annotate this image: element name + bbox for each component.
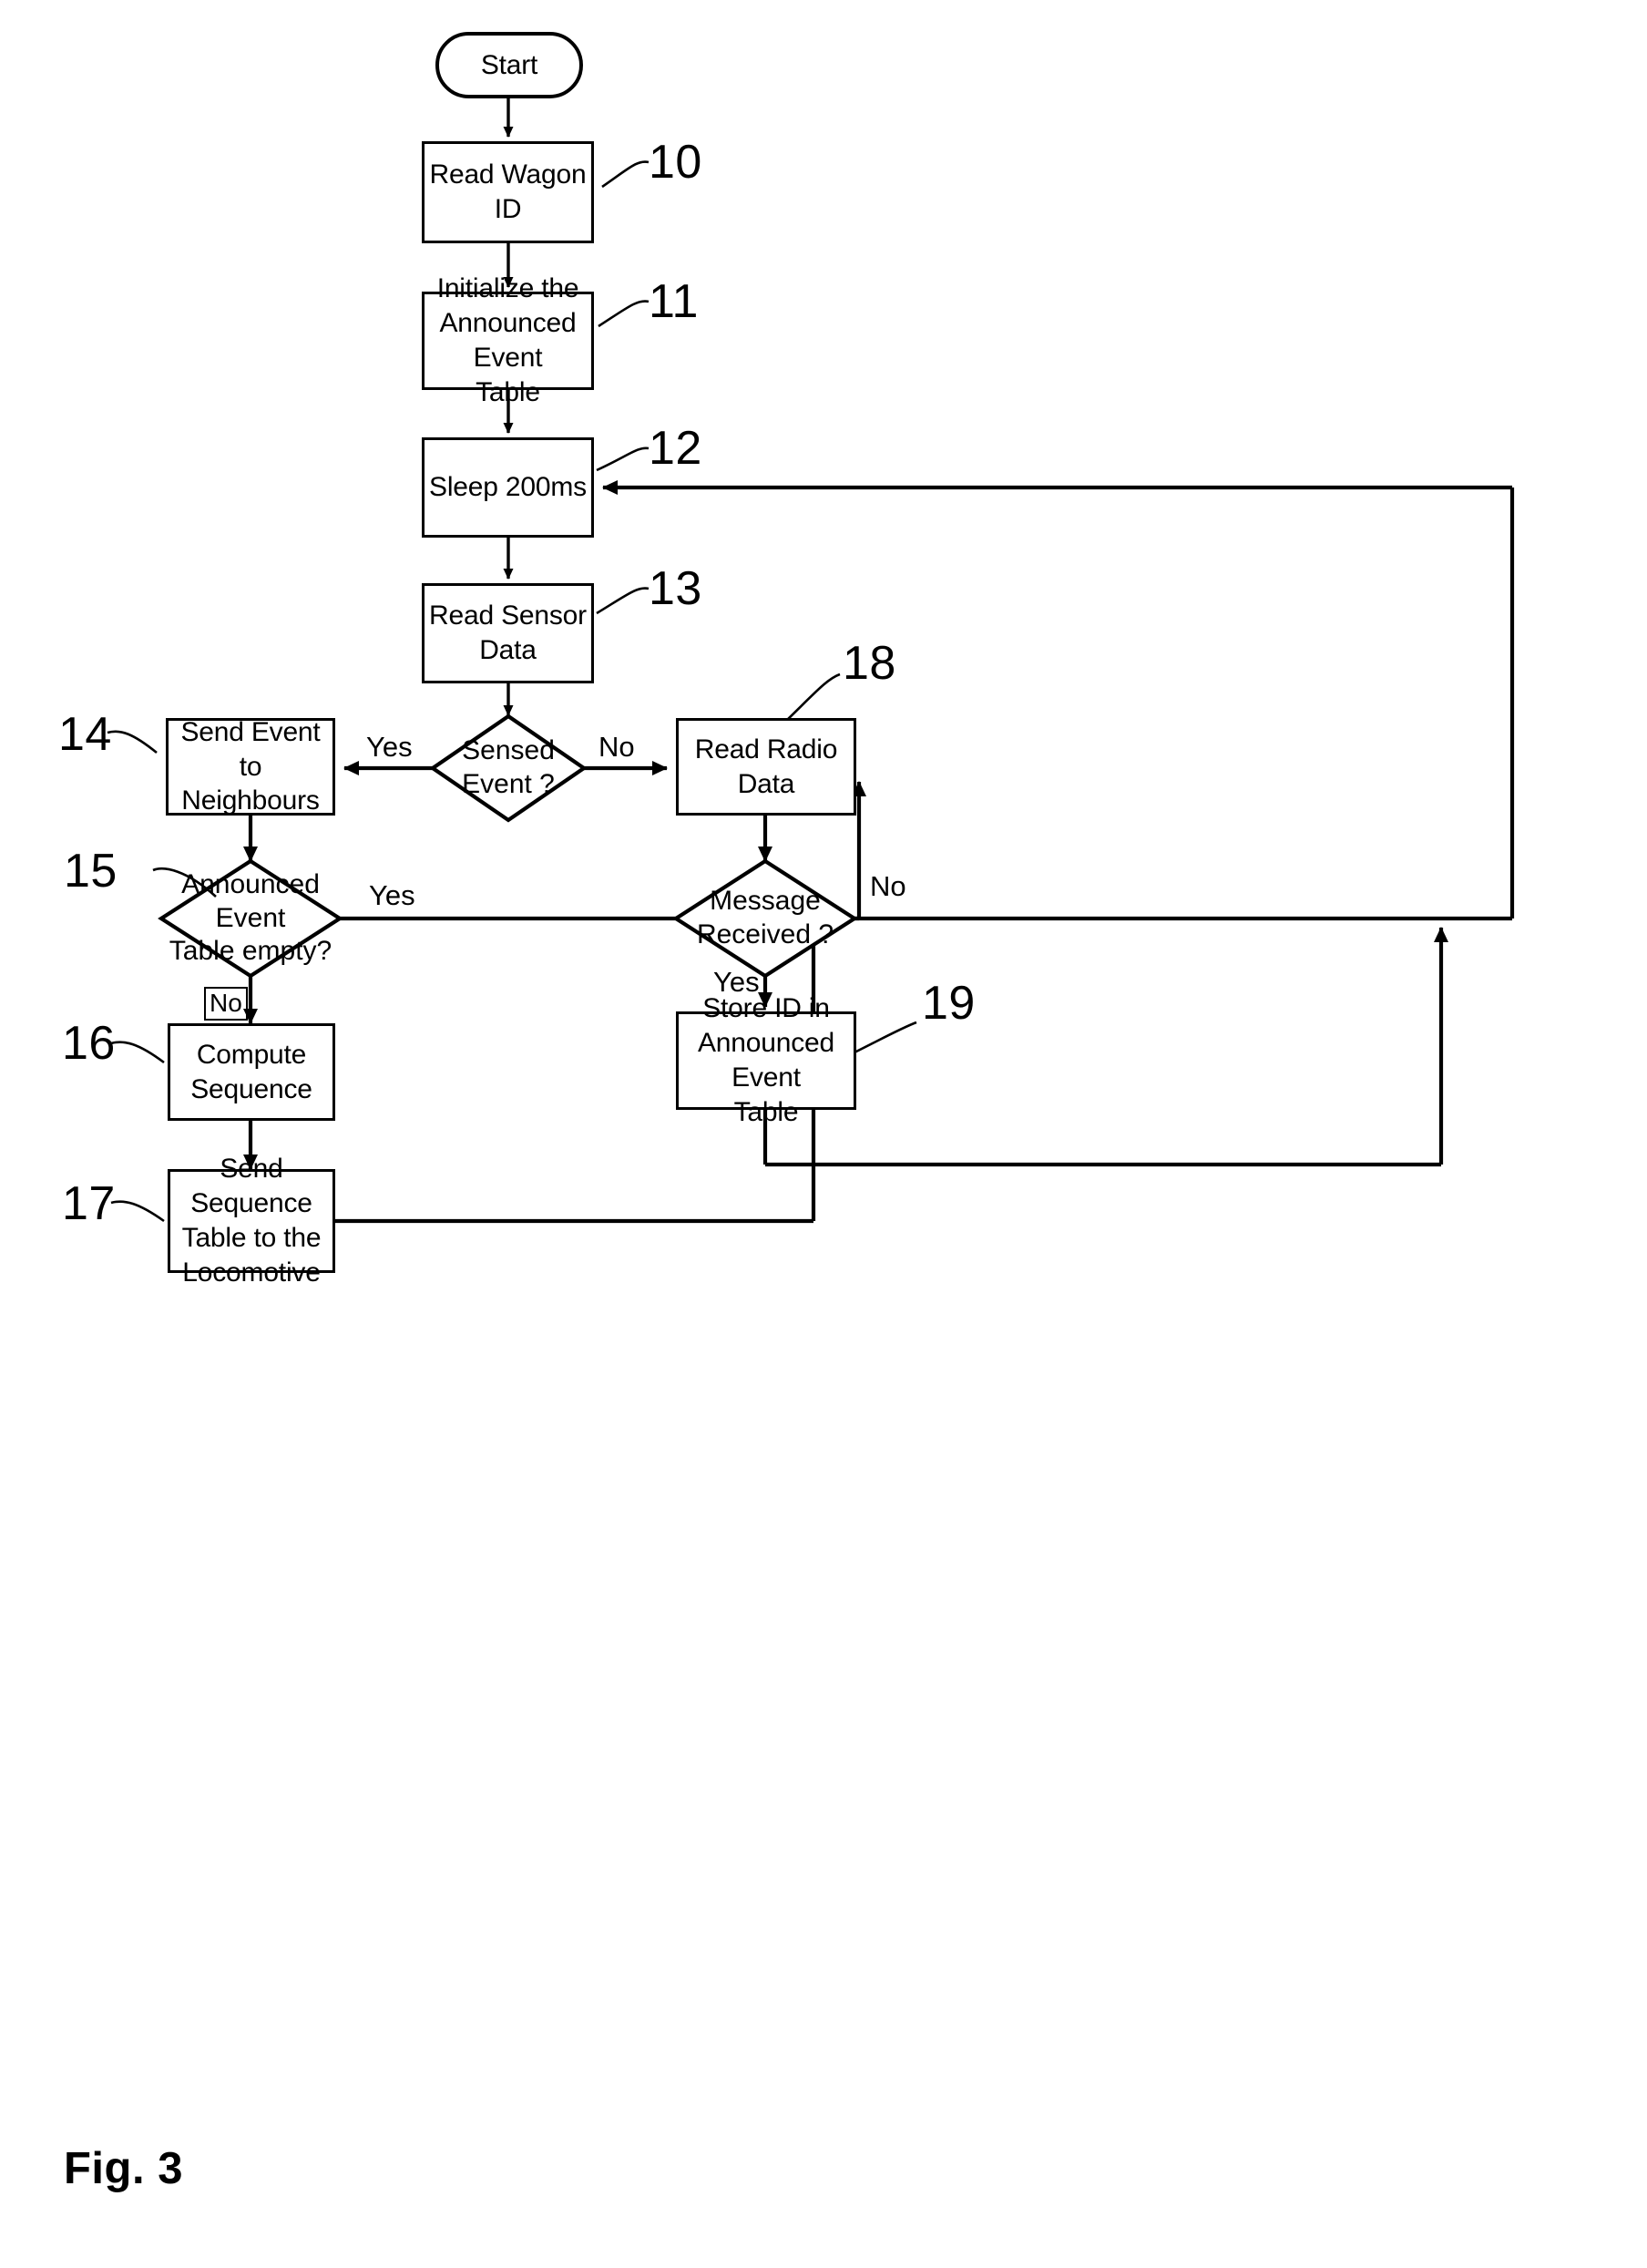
ref-number-15: 15: [64, 845, 118, 898]
ref-number-11: 11: [649, 275, 699, 328]
edge-label-table-empty-no: No: [204, 987, 248, 1021]
ref-number-19: 19: [922, 977, 976, 1030]
decision-sensed-event: Sensed Event ?: [433, 716, 584, 820]
edge-label-sensed-yes: Yes: [366, 731, 413, 763]
ref-number-12: 12: [649, 422, 702, 475]
leader-19: [854, 1021, 917, 1054]
decision-announced-event-table-empty-label: Announced Event Table empty?: [169, 869, 332, 967]
process-initialize-announced-event-table-label: Initialize the Announced Event Table: [436, 273, 579, 407]
leader-14: [107, 730, 158, 754]
start-label: Start: [480, 49, 538, 80]
leader-11: [598, 300, 650, 328]
process-read-wagon-id-label: Read Wagon ID: [429, 159, 587, 224]
edge-label-message-no: No: [870, 870, 906, 902]
ref-number-16: 16: [62, 1017, 116, 1070]
process-send-sequence-table-to-locomotive-label: Send Sequence Table to the Locomotive: [181, 1154, 322, 1288]
process-sleep-200ms: Sleep 200ms: [422, 437, 594, 538]
start-terminator: Start: [435, 32, 583, 98]
process-compute-sequence: Compute Sequence: [168, 1023, 335, 1121]
leader-16: [110, 1041, 165, 1064]
process-read-wagon-id: Read Wagon ID: [422, 141, 594, 243]
process-read-sensor-data-label: Read Sensor Data: [429, 600, 587, 665]
figure-caption: Fig. 3: [64, 2144, 183, 2193]
leader-17: [110, 1200, 165, 1223]
process-store-id-in-announced-event-table-label: Store ID in Announced Event Table: [697, 993, 834, 1127]
decision-sensed-event-label: Sensed Event ?: [462, 735, 555, 799]
process-initialize-announced-event-table: Initialize the Announced Event Table: [422, 273, 594, 407]
edge-label-table-empty-yes: Yes: [369, 879, 415, 911]
process-sleep-200ms-label: Sleep 200ms: [429, 472, 587, 503]
edge-label-sensed-no: No: [598, 731, 635, 763]
ref-number-10: 10: [649, 136, 702, 189]
process-read-radio-data: Read Radio Data: [676, 718, 856, 816]
ref-number-18: 18: [843, 637, 896, 690]
flow-connectors: [107, 98, 1515, 1224]
process-read-sensor-data: Read Sensor Data: [422, 583, 594, 683]
process-read-radio-data-label: Read Radio Data: [694, 734, 838, 799]
process-send-event-to-neighbours-label: Send Event to Neighbours: [180, 716, 321, 816]
leader-18: [784, 672, 841, 723]
leader-10: [601, 160, 650, 189]
ref-number-17: 17: [62, 1177, 116, 1230]
process-send-event-to-neighbours: Send Event to Neighbours: [166, 716, 335, 816]
decision-message-received-label: Message Received ?: [696, 886, 834, 949]
process-store-id-in-announced-event-table: Store ID in Announced Event Table: [676, 993, 856, 1127]
leader-12: [596, 446, 650, 472]
ref-number-13: 13: [649, 562, 702, 615]
process-send-sequence-table-to-locomotive: Send Sequence Table to the Locomotive: [168, 1154, 335, 1288]
decision-announced-event-table-empty: Announced Event Table empty?: [161, 861, 340, 976]
decision-message-received: Message Received ?: [676, 861, 854, 976]
edge-label-message-yes: Yes: [713, 966, 760, 998]
leader-13: [596, 587, 650, 615]
process-compute-sequence-label: Compute Sequence: [190, 1039, 312, 1104]
ref-number-14: 14: [58, 708, 112, 761]
figure-canvas: Start Read Wagon ID 10 Initialize the An…: [0, 0, 1647, 2268]
